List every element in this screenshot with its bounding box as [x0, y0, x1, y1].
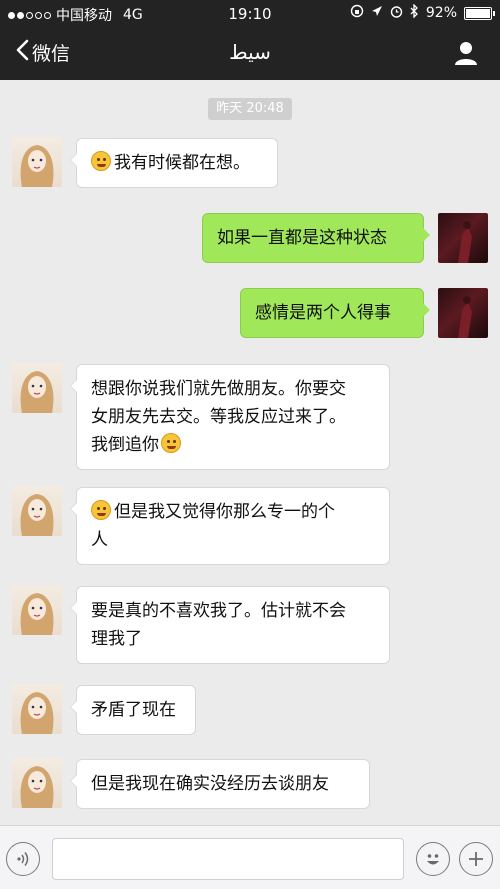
bluetooth-icon: [410, 3, 419, 22]
contact-avatar[interactable]: [12, 363, 62, 413]
nav-bar: 微信 سيط: [0, 28, 500, 80]
message-bubble[interactable]: 想跟你说我们就先做朋友。你要交 女朋友先去交。等我反应过来了。 我倒追你: [70, 364, 390, 470]
my-avatar[interactable]: [438, 213, 488, 263]
top-bar: 中国移动 4G 19:10 92% 微信 سيط: [0, 0, 500, 80]
message-text-line: 想跟你说我们就先做朋友。你要交: [91, 379, 346, 399]
plus-icon[interactable]: [459, 842, 493, 876]
contact-avatar[interactable]: [12, 585, 62, 635]
message-bubble[interactable]: 要是真的不喜欢我了。估计就不会 理我了: [70, 586, 390, 664]
contact-avatar[interactable]: [12, 758, 62, 808]
message-text: 但是我现在确实没经历去谈朋友: [91, 774, 329, 794]
message-bubble[interactable]: 但是我现在确实没经历去谈朋友: [70, 759, 370, 809]
message-input[interactable]: [52, 838, 404, 880]
status-right: 92%: [350, 3, 495, 22]
person-icon[interactable]: [452, 39, 480, 67]
emoji-icon[interactable]: [416, 842, 450, 876]
chat-area[interactable]: 昨天 20:48 我有时候都在想。 如果一直都是这种状态 感情是两个人得事 想跟…: [0, 80, 500, 825]
lock-rotation-icon: [350, 4, 364, 22]
battery-percent: 92%: [425, 5, 457, 21]
contact-avatar[interactable]: [12, 486, 62, 536]
message-bubble[interactable]: 矛盾了现在: [70, 685, 196, 735]
timestamp-label: 昨天 20:48: [208, 98, 292, 120]
message-text: 感情是两个人得事: [255, 303, 391, 323]
message-text-line: 女朋友先去交。等我反应过来了。: [91, 407, 346, 427]
grin-emoji-icon: [161, 433, 181, 453]
message-bubble[interactable]: 感情是两个人得事: [240, 288, 430, 338]
battery-fill: [466, 8, 490, 18]
message-bubble[interactable]: 但是我又觉得你那么专一的个 人: [70, 487, 390, 565]
message-text: 我有时候都在想。: [114, 153, 250, 173]
message-text-line: 人: [91, 530, 108, 550]
contact-avatar[interactable]: [12, 137, 62, 187]
input-bar: [0, 825, 500, 889]
battery-icon: [464, 6, 495, 20]
message-text-line: 我倒追你: [91, 435, 159, 455]
message-text-line: 但是我又觉得你那么专一的个: [114, 502, 335, 522]
thinking-emoji-icon: [91, 151, 111, 171]
status-bar: 中国移动 4G 19:10 92%: [0, 0, 500, 28]
alarm-icon: [390, 5, 403, 22]
chat-title: سيط: [229, 40, 271, 64]
my-avatar[interactable]: [438, 288, 488, 338]
voice-icon[interactable]: [6, 842, 40, 876]
contact-avatar[interactable]: [12, 684, 62, 734]
message-bubble[interactable]: 如果一直都是这种状态: [202, 213, 430, 263]
message-text: 如果一直都是这种状态: [217, 228, 387, 248]
location-icon: [371, 5, 383, 21]
message-text-line: 理我了: [91, 629, 142, 649]
worried-emoji-icon: [91, 500, 111, 520]
message-bubble[interactable]: 我有时候都在想。: [70, 138, 278, 188]
message-text-line: 要是真的不喜欢我了。估计就不会: [91, 601, 346, 621]
message-text: 矛盾了现在: [91, 700, 176, 720]
